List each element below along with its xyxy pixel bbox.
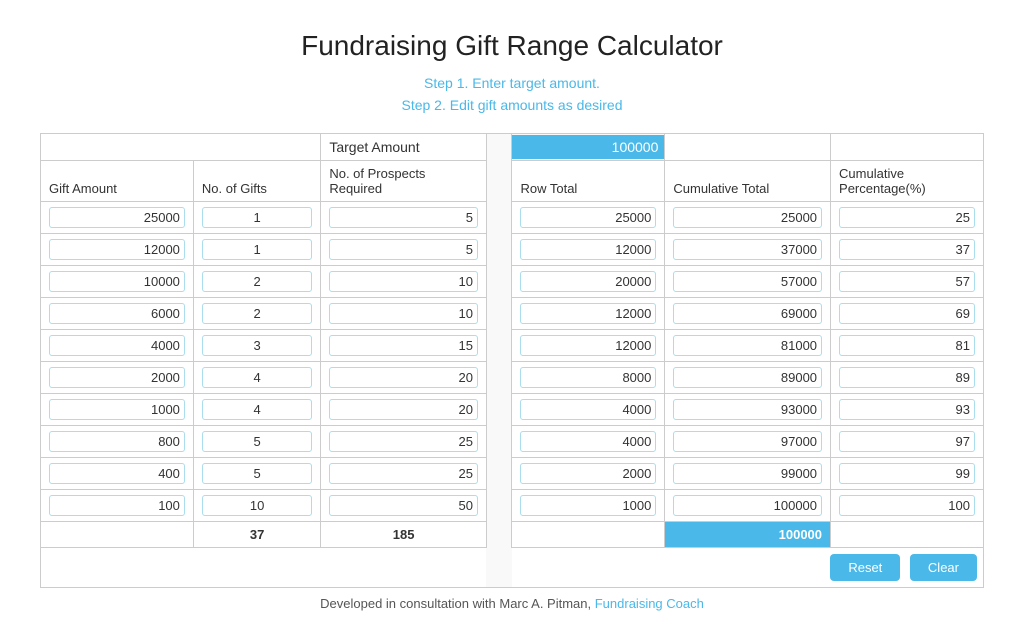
row-total-input[interactable]	[520, 495, 656, 516]
no-gifts-input[interactable]	[202, 335, 312, 356]
prospects-input[interactable]	[329, 239, 478, 260]
calculator-table: Target Amount Gift Amount No. of Gifts N…	[40, 133, 984, 588]
cumulative-pct-input[interactable]	[839, 207, 975, 228]
cumulative-pct-input[interactable]	[839, 303, 975, 324]
gift-amount-input[interactable]	[49, 367, 185, 388]
gift-amount-input[interactable]	[49, 303, 185, 324]
cumulative-pct-input[interactable]	[839, 431, 975, 452]
no-gifts-input[interactable]	[202, 367, 312, 388]
cumulative-total-input[interactable]	[673, 495, 822, 516]
prospects-input[interactable]	[329, 367, 478, 388]
step2-text: Step 2. Edit gift amounts as desired	[40, 94, 984, 116]
target-label: Target Amount	[329, 139, 419, 155]
row-total-input[interactable]	[520, 207, 656, 228]
table-row	[41, 329, 984, 361]
no-gifts-input[interactable]	[202, 271, 312, 292]
page-title: Fundraising Gift Range Calculator	[40, 30, 984, 62]
gift-amount-input[interactable]	[49, 399, 185, 420]
cumulative-total-input[interactable]	[673, 239, 822, 260]
prospects-input[interactable]	[329, 463, 478, 484]
row-total-input[interactable]	[520, 367, 656, 388]
row-total-input[interactable]	[520, 431, 656, 452]
prospects-input[interactable]	[329, 303, 478, 324]
target-amount-input[interactable]	[512, 135, 664, 159]
clear-button[interactable]: Clear	[910, 554, 977, 581]
cumulative-total-input[interactable]	[673, 431, 822, 452]
row-total-input[interactable]	[520, 335, 656, 356]
col-header-gift-amount: Gift Amount	[41, 160, 194, 201]
prospects-input[interactable]	[329, 431, 478, 452]
header-row: Gift Amount No. of Gifts No. of Prospect…	[41, 160, 984, 201]
target-row: Target Amount	[41, 133, 984, 160]
cumulative-total-input[interactable]	[673, 303, 822, 324]
no-gifts-input[interactable]	[202, 495, 312, 516]
col-header-no-gifts: No. of Gifts	[193, 160, 320, 201]
footer-link[interactable]: Fundraising Coach	[595, 596, 704, 611]
footer: Developed in consultation with Marc A. P…	[40, 596, 984, 611]
table-row	[41, 425, 984, 457]
cumulative-total-input[interactable]	[673, 335, 822, 356]
gift-amount-input[interactable]	[49, 495, 185, 516]
row-total-input[interactable]	[520, 303, 656, 324]
no-gifts-input[interactable]	[202, 431, 312, 452]
table-row	[41, 489, 984, 521]
gift-amount-input[interactable]	[49, 207, 185, 228]
footer-text: Developed in consultation with Marc A. P…	[320, 596, 591, 611]
no-gifts-input[interactable]	[202, 399, 312, 420]
no-gifts-input[interactable]	[202, 303, 312, 324]
totals-cumulative: 100000	[665, 521, 831, 547]
col-header-prospects: No. of Prospects Required	[321, 160, 487, 201]
no-gifts-input[interactable]	[202, 239, 312, 260]
col-header-row-total: Row Total	[512, 160, 665, 201]
row-total-input[interactable]	[520, 239, 656, 260]
step1-text: Step 1. Enter target amount.	[40, 72, 984, 94]
prospects-input[interactable]	[329, 495, 478, 516]
no-gifts-input[interactable]	[202, 463, 312, 484]
table-row	[41, 201, 984, 233]
cumulative-pct-input[interactable]	[839, 399, 975, 420]
prospects-input[interactable]	[329, 207, 478, 228]
col-header-cumulative-total: Cumulative Total	[665, 160, 831, 201]
totals-row: 37 185 100000	[41, 521, 984, 547]
cumulative-total-input[interactable]	[673, 207, 822, 228]
reset-button[interactable]: Reset	[830, 554, 900, 581]
cumulative-pct-input[interactable]	[839, 367, 975, 388]
gift-amount-input[interactable]	[49, 271, 185, 292]
instructions: Step 1. Enter target amount. Step 2. Edi…	[40, 72, 984, 117]
totals-no-gifts: 37	[193, 521, 320, 547]
table-row	[41, 457, 984, 489]
prospects-input[interactable]	[329, 271, 478, 292]
prospects-input[interactable]	[329, 335, 478, 356]
table-row	[41, 297, 984, 329]
cumulative-total-input[interactable]	[673, 271, 822, 292]
gift-amount-input[interactable]	[49, 335, 185, 356]
row-total-input[interactable]	[520, 399, 656, 420]
row-total-input[interactable]	[520, 271, 656, 292]
gift-amount-input[interactable]	[49, 431, 185, 452]
table-row	[41, 265, 984, 297]
cumulative-pct-input[interactable]	[839, 463, 975, 484]
cumulative-total-input[interactable]	[673, 399, 822, 420]
table-row	[41, 233, 984, 265]
cumulative-pct-input[interactable]	[839, 271, 975, 292]
cumulative-pct-input[interactable]	[839, 239, 975, 260]
prospects-input[interactable]	[329, 399, 478, 420]
table-row	[41, 361, 984, 393]
col-header-cumulative-pct: Cumulative Percentage(%)	[831, 160, 984, 201]
no-gifts-input[interactable]	[202, 207, 312, 228]
cumulative-pct-input[interactable]	[839, 495, 975, 516]
gift-amount-input[interactable]	[49, 463, 185, 484]
row-total-input[interactable]	[520, 463, 656, 484]
gift-amount-input[interactable]	[49, 239, 185, 260]
cumulative-total-input[interactable]	[673, 463, 822, 484]
buttons-row: Reset Clear	[41, 547, 984, 587]
totals-prospects: 185	[321, 521, 487, 547]
cumulative-total-input[interactable]	[673, 367, 822, 388]
cumulative-pct-input[interactable]	[839, 335, 975, 356]
table-row	[41, 393, 984, 425]
